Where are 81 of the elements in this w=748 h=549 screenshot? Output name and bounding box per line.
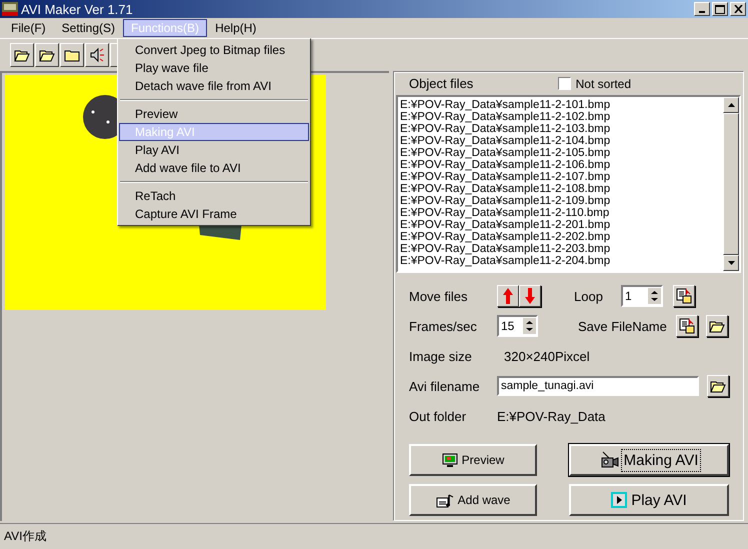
- open-folder-button[interactable]: [706, 315, 728, 337]
- app-icon: [2, 2, 18, 16]
- menu-item[interactable]: Preview: [119, 105, 309, 123]
- object-files-label: Object files: [409, 76, 474, 91]
- maximize-icon: [715, 4, 725, 14]
- file-list-item[interactable]: E:¥POV-Ray_Data¥sample11-2-105.bmp: [400, 147, 723, 159]
- close-icon: [734, 5, 742, 13]
- arrow-down-icon: [525, 288, 535, 304]
- add-wave-button[interactable]: Add wave: [409, 484, 537, 516]
- open-folder-icon: [709, 320, 725, 332]
- minimize-button[interactable]: [694, 2, 710, 16]
- file-list-item[interactable]: E:¥POV-Ray_Data¥sample11-2-204.bmp: [400, 255, 723, 267]
- folder-button[interactable]: [60, 43, 84, 67]
- move-down-button[interactable]: [519, 285, 541, 307]
- document-save-icon: [676, 288, 692, 304]
- avi-filename-field[interactable]: sample_tunagi.avi: [497, 376, 699, 396]
- video-camera-icon: [600, 451, 620, 469]
- arrow-up-icon: [503, 288, 513, 304]
- play-avi-button[interactable]: Play AVI: [569, 484, 729, 516]
- speaker-icon: [89, 47, 105, 63]
- file-list-item[interactable]: E:¥POV-Ray_Data¥sample11-2-110.bmp: [400, 207, 723, 219]
- music-note-icon: [436, 492, 454, 508]
- file-list-item[interactable]: E:¥POV-Ray_Data¥sample11-2-202.bmp: [400, 231, 723, 243]
- file-list-item[interactable]: E:¥POV-Ray_Data¥sample11-2-109.bmp: [400, 195, 723, 207]
- menu-item[interactable]: Detach wave file from AVI: [119, 77, 309, 95]
- file-list-item[interactable]: E:¥POV-Ray_Data¥sample11-2-102.bmp: [400, 111, 723, 123]
- scrollbar[interactable]: [723, 97, 739, 271]
- spin-arrows-icon: [523, 318, 536, 334]
- image-size-value: 320×240Pixcel: [504, 348, 590, 364]
- menu-item[interactable]: ReTach: [119, 187, 309, 205]
- menu-item[interactable]: Play wave file: [119, 59, 309, 77]
- move-files-label: Move files: [409, 288, 469, 304]
- frames-per-sec-spinbox[interactable]: 15: [497, 315, 538, 337]
- maximize-button[interactable]: [712, 2, 728, 16]
- making-avi-button[interactable]: Making AVI: [569, 444, 729, 476]
- menu-item[interactable]: Add wave file to AVI: [119, 159, 309, 177]
- speaker-button[interactable]: [85, 43, 109, 67]
- menu-item[interactable]: Capture AVI Frame: [119, 205, 309, 223]
- file-list-item[interactable]: E:¥POV-Ray_Data¥sample11-2-201.bmp: [400, 219, 723, 231]
- file-list-item[interactable]: E:¥POV-Ray_Data¥sample11-2-103.bmp: [400, 123, 723, 135]
- browse-folder-button[interactable]: [707, 375, 729, 397]
- loop-spinbox[interactable]: 1: [621, 285, 663, 307]
- save-filename-button[interactable]: [676, 315, 698, 337]
- play-icon: [611, 492, 628, 508]
- open-folder-icon: [14, 48, 30, 62]
- status-bar: AVI作成: [0, 523, 748, 549]
- out-folder-label: Out folder: [409, 408, 468, 424]
- open-folder-button[interactable]: [10, 43, 34, 67]
- avi-filename-label: Avi filename: [409, 378, 481, 394]
- out-folder-value: E:¥POV-Ray_Data: [497, 408, 606, 424]
- folder-icon: [64, 48, 80, 62]
- menu-item[interactable]: Help(H): [207, 19, 264, 37]
- scroll-down-icon: [728, 261, 734, 265]
- open-folders-button[interactable]: [35, 43, 59, 67]
- loop-label: Loop: [574, 288, 604, 304]
- open-folder-icon: [710, 380, 726, 392]
- menu-item[interactable]: Convert Jpeg to Bitmap files: [119, 41, 309, 59]
- spin-arrows-icon: [648, 288, 661, 304]
- preview-button[interactable]: Preview: [409, 444, 537, 476]
- file-list-item[interactable]: E:¥POV-Ray_Data¥sample11-2-106.bmp: [400, 159, 723, 171]
- menu-item[interactable]: File(F): [3, 19, 54, 37]
- frames-per-sec-label: Frames/sec: [409, 318, 478, 334]
- menu-item[interactable]: Play AVI: [119, 141, 309, 159]
- window-title: AVI Maker Ver 1.71: [21, 2, 134, 16]
- not-sorted-checkbox[interactable]: [558, 77, 571, 90]
- scroll-up-icon: [728, 103, 734, 107]
- file-list-item[interactable]: E:¥POV-Ray_Data¥sample11-2-104.bmp: [400, 135, 723, 147]
- folders-icon: [39, 48, 55, 62]
- close-button[interactable]: [730, 2, 746, 16]
- file-list-item[interactable]: E:¥POV-Ray_Data¥sample11-2-108.bmp: [400, 183, 723, 195]
- save-filename-label: Save FileName: [578, 318, 668, 334]
- document-save-icon: [679, 318, 695, 334]
- move-up-button[interactable]: [497, 285, 519, 307]
- file-list-item[interactable]: E:¥POV-Ray_Data¥sample11-2-203.bmp: [400, 243, 723, 255]
- save-loop-button[interactable]: [673, 285, 695, 307]
- monitor-icon: [442, 452, 458, 468]
- menu-item[interactable]: Setting(S): [54, 19, 124, 37]
- image-size-label: Image size: [409, 348, 473, 364]
- file-list-item[interactable]: E:¥POV-Ray_Data¥sample11-2-107.bmp: [400, 171, 723, 183]
- file-list-item[interactable]: E:¥POV-Ray_Data¥sample11-2-101.bmp: [400, 99, 723, 111]
- not-sorted-label: Not sorted: [576, 76, 631, 90]
